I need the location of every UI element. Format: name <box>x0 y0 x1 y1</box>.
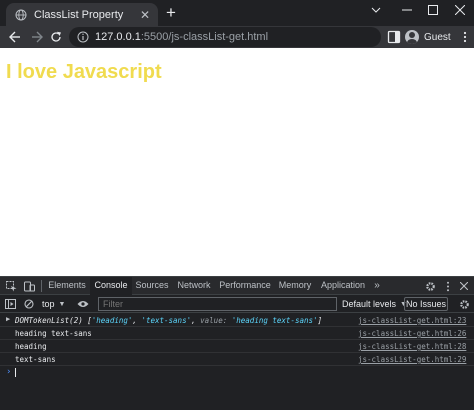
url-host: 127.0.0.1 <box>95 31 141 43</box>
caret-down-icon: ▼ <box>58 300 66 308</box>
console-message[interactable]: DOMTokenList(2) ['heading', 'text-sans',… <box>15 316 322 325</box>
token-item: 'text-sans' <box>141 316 192 325</box>
new-tab-button[interactable]: + <box>163 4 179 21</box>
console-message: text-sans <box>15 355 56 364</box>
devtools-panel: Elements Console Sources Network Perform… <box>0 276 474 410</box>
tab-elements[interactable]: Elements <box>44 277 90 295</box>
toolbar-divider <box>41 280 42 292</box>
tab-performance[interactable]: Performance <box>218 277 272 295</box>
console-settings-gear-icon[interactable] <box>457 297 471 311</box>
console-row: heading text-sans js-classList-get.html:… <box>0 327 474 340</box>
source-link[interactable]: js-classList-get.html:23 <box>358 316 466 325</box>
maximize-icon[interactable] <box>419 0 447 20</box>
log-levels-dropdown[interactable]: Default levels ▼ <box>342 297 407 311</box>
tab-network[interactable]: Network <box>175 277 213 295</box>
browser-toolbar: 127.0.0.1:5500/js-classList-get.html Gue… <box>0 26 474 48</box>
browser-tab[interactable]: ClassList Property ✕ <box>6 3 158 26</box>
console-message: heading text-sans <box>15 329 92 338</box>
avatar <box>405 30 419 44</box>
console-filter-input[interactable] <box>98 297 337 311</box>
globe-icon <box>15 9 27 20</box>
token-list-prefix: DOMTokenList(2) [ <box>15 316 92 325</box>
device-toggle-icon[interactable] <box>22 279 36 293</box>
console-row: heading js-classList-get.html:28 <box>0 340 474 353</box>
more-tabs-icon[interactable]: » <box>370 277 384 295</box>
page-viewport: I love Javascript <box>0 48 474 276</box>
kebab-menu-icon[interactable] <box>460 29 470 45</box>
reload-icon[interactable] <box>48 29 64 45</box>
page-heading: I love Javascript <box>6 61 162 83</box>
side-panel-icon[interactable] <box>387 30 401 44</box>
text-cursor <box>15 368 16 377</box>
source-link[interactable]: js-classList-get.html:28 <box>358 342 466 351</box>
source-link[interactable]: js-classList-get.html:26 <box>358 329 466 338</box>
address-bar[interactable]: 127.0.0.1:5500/js-classList-get.html <box>69 27 381 47</box>
back-arrow-icon[interactable] <box>7 29 23 45</box>
tab-console[interactable]: Console <box>90 277 132 296</box>
tab-application[interactable]: Application <box>319 277 367 295</box>
url-path: :5500/js-classList-get.html <box>140 31 269 43</box>
minimize-icon[interactable] <box>393 0 421 20</box>
context-value: top <box>42 299 55 309</box>
tab-title: ClassList Property <box>34 8 124 21</box>
info-icon[interactable] <box>77 31 89 43</box>
settings-gear-icon[interactable] <box>423 279 437 293</box>
close-devtools-icon[interactable] <box>457 279 471 293</box>
console-output: ▶ DOMTokenList(2) ['heading', 'text-sans… <box>0 314 474 410</box>
console-toolbar: top ▼ Default levels ▼ No Issues <box>0 295 474 313</box>
devtools-tab-bar: Elements Console Sources Network Perform… <box>0 277 474 296</box>
title-bar: ClassList Property ✕ + <box>0 0 474 26</box>
prompt-chevron-icon: › <box>6 367 12 377</box>
token-item: 'heading' <box>91 316 133 325</box>
token-value: 'heading text-sans' <box>231 316 318 325</box>
console-row: ▶ DOMTokenList(2) ['heading', 'text-sans… <box>0 314 474 327</box>
chevron-down-icon[interactable] <box>362 0 390 20</box>
tab-sources[interactable]: Sources <box>133 277 171 295</box>
profile-name: Guest <box>424 31 451 43</box>
forward-arrow-icon[interactable] <box>29 29 45 45</box>
inspect-icon[interactable] <box>4 279 18 293</box>
context-selector[interactable]: top ▼ <box>42 297 65 311</box>
console-row: text-sans js-classList-get.html:29 <box>0 353 474 366</box>
tab-close-icon[interactable]: ✕ <box>138 8 152 22</box>
tab-memory[interactable]: Memory <box>276 277 314 295</box>
log-levels-value: Default levels <box>342 299 397 309</box>
token-list-suffix: ] <box>317 316 323 325</box>
console-prompt-row[interactable]: › <box>0 366 474 379</box>
kebab-menu-icon[interactable] <box>441 279 455 293</box>
profile-button[interactable]: Guest <box>405 27 455 47</box>
source-link[interactable]: js-classList-get.html:29 <box>358 355 466 364</box>
token-value-key: value: <box>200 316 228 325</box>
issues-button[interactable]: No Issues <box>404 297 448 311</box>
clear-console-icon[interactable] <box>22 297 36 311</box>
close-icon[interactable] <box>446 0 474 20</box>
expand-triangle-icon[interactable]: ▶ <box>6 315 10 323</box>
console-sidebar-icon[interactable] <box>3 297 17 311</box>
eye-icon[interactable] <box>76 297 90 311</box>
console-message: heading <box>15 342 47 351</box>
